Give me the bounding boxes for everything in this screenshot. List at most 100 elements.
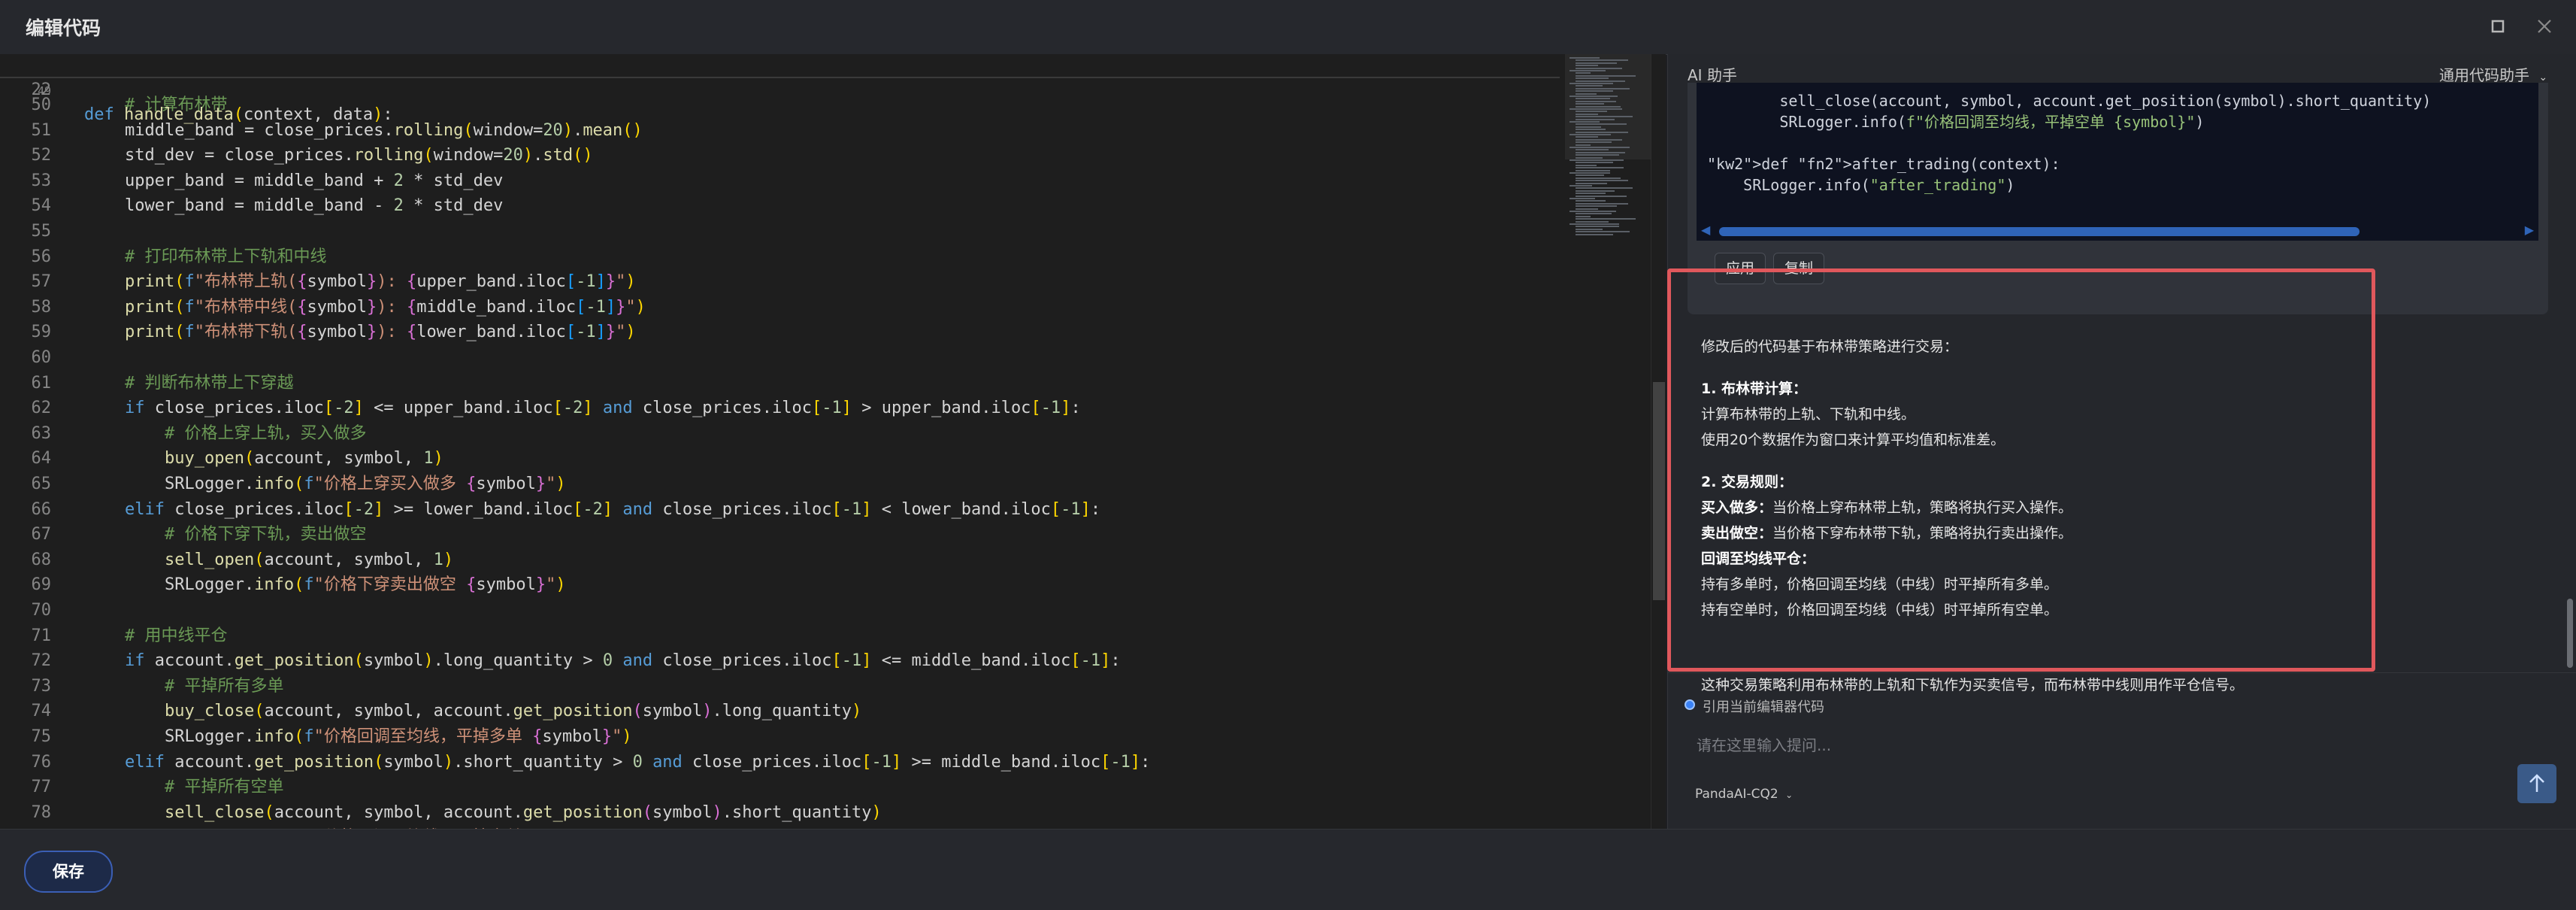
line-code: SRLogger.info(f"价格下穿卖出做空 {symbol}") [125, 575, 566, 595]
minimap-line [1576, 116, 1633, 118]
code-line[interactable]: 64 buy_open(account, symbol, 1) [0, 446, 1560, 471]
code-line[interactable]: 67 # 价格下穿下轨，卖出做空 [0, 522, 1560, 547]
minimap-line [1576, 233, 1613, 235]
chevron-down-icon: ⌄ [1785, 790, 1794, 800]
suggestion-line: "kw2">def "fn2">after_trading(context): [1707, 155, 2060, 173]
line-number: 73 [31, 676, 52, 696]
line-number: 68 [31, 550, 52, 569]
code-token: context, data [243, 105, 374, 124]
code-line[interactable]: 53 upper_band = middle_band + 2 * std_dev [0, 168, 1560, 193]
minimap-line [1576, 193, 1606, 195]
line-number: 67 [31, 525, 52, 544]
code-line[interactable]: 72 if account.get_position(symbol).long_q… [0, 648, 1560, 673]
minimap-line [1570, 147, 1630, 148]
line-code: if close_prices.iloc[-2] <= upper_band.i… [125, 399, 1081, 418]
code-line[interactable]: 66 elif close_prices.iloc[-2] >= lower_ba… [0, 497, 1560, 522]
code-line[interactable]: 52 std_dev = close_prices.rolling(window=… [0, 143, 1560, 168]
minimap-line [1576, 77, 1609, 80]
code-editor[interactable]: 22 def handle_data(context, data): 49 50… [0, 54, 1666, 829]
minimap-line [1576, 59, 1628, 62]
prompt-input[interactable] [1695, 731, 2525, 760]
code-line[interactable]: 54 lower_band = middle_band - 2 * std_dev [0, 193, 1560, 218]
code-line[interactable]: 68 sell_open(account, symbol, 1) [0, 548, 1560, 572]
code-line[interactable]: 60 [0, 345, 1560, 370]
assistant-select[interactable]: 通用代码助手 ⌄ [2439, 63, 2547, 85]
code-line[interactable]: 77 # 平掉所有空单 [0, 775, 1560, 799]
minimap-line [1570, 185, 1592, 187]
model-select[interactable]: PandaAI-CQ2 ⌄ [1695, 787, 1793, 802]
scroll-right-icon[interactable]: ▶ [2525, 223, 2534, 237]
code-line[interactable]: 56 # 打印布林带上下轨和中线 [0, 244, 1560, 269]
code-line[interactable]: 78 sell_close(account, symbol, account.g… [0, 800, 1560, 825]
panel-scrollbar[interactable] [2565, 54, 2574, 671]
minimap-line [1576, 65, 1598, 67]
minimap-line [1576, 141, 1612, 144]
reference-toggle[interactable] [1685, 699, 1695, 710]
editor-scrollbar[interactable] [1651, 54, 1666, 829]
code-line[interactable]: 61 # 判断布林带上下穿越 [0, 371, 1560, 396]
code-line[interactable]: 58 print(f"布林带中线({symbol}): {middle_band.… [0, 295, 1560, 320]
reference-label[interactable]: 引用当前编辑器代码 [1703, 696, 1824, 716]
line-code: upper_band = middle_band + 2 * std_dev [125, 171, 504, 190]
line-code: SRLogger.info(f"价格回调至均线，平掉多单 {symbol}") [125, 727, 632, 746]
minimap-line [1570, 159, 1624, 161]
line-code: if account.get_position(symbol).long_qua… [125, 651, 1121, 671]
window-title: 编辑代码 [26, 17, 101, 39]
code-line[interactable]: 73 # 平掉所有多单 [0, 674, 1560, 699]
divider [1668, 672, 2576, 673]
suggestion-line: SRLogger.info("after_trading") [1707, 176, 2015, 194]
line-code: print(f"布林带下轨({symbol}): {lower_band.ilo… [125, 323, 636, 342]
minimap[interactable] [1565, 54, 1651, 829]
code-line[interactable]: 55 [0, 219, 1560, 244]
line-number: 72 [31, 651, 52, 671]
code-line[interactable]: 70 [0, 598, 1560, 623]
minimap-line [1576, 205, 1617, 208]
message-line: 使用20个数据作为窗口来计算平均值和标准差。 [1701, 432, 2005, 448]
code-line[interactable]: 65 SRLogger.info(f"价格上穿买入做多 {symbol}") [0, 472, 1560, 496]
minimap-line [1576, 182, 1607, 184]
code-line[interactable]: 76 elif account.get_position(symbol).shor… [0, 750, 1560, 775]
minimap-line [1576, 218, 1636, 220]
minimap-line [1576, 72, 1591, 74]
line-code: elif account.get_position(symbol).short_… [125, 752, 1151, 772]
code-line[interactable]: 75 SRLogger.info(f"价格回调至均线，平掉多单 {symbol}… [0, 724, 1560, 749]
line-code: sell_open(account, symbol, 1) [164, 550, 454, 569]
scroll-left-icon[interactable]: ◀ [1701, 223, 1710, 237]
code-hscrollbar-thumb[interactable] [1719, 227, 2360, 236]
minimap-line [1576, 105, 1621, 108]
code-line[interactable]: 62 if close_prices.iloc[-2] <= upper_band… [0, 396, 1560, 420]
code-line[interactable]: 63 # 价格上穿上轨，买入做多 [0, 421, 1560, 446]
minimap-line [1576, 164, 1597, 166]
line-code: print(f"布林带中线({symbol}): {middle_band.il… [125, 297, 646, 317]
send-button[interactable] [2517, 764, 2556, 803]
code-line[interactable]: 74 buy_close(account, symbol, account.ge… [0, 699, 1560, 723]
minimap-line [1576, 167, 1624, 169]
code-line[interactable]: 57 print(f"布林带上轨({symbol}): {upper_band.i… [0, 269, 1560, 294]
panel-title: AI 助手 [1688, 66, 1737, 84]
minimap-line [1576, 228, 1603, 230]
line-code: # 判断布林带上下穿越 [125, 373, 294, 393]
minimap-line [1576, 87, 1630, 89]
code-line[interactable]: 69 SRLogger.info(f"价格下穿卖出做空 {symbol}") [0, 572, 1560, 597]
line-number: 76 [31, 752, 52, 772]
sticky-scroll-header[interactable]: 22 def handle_data(context, data): [0, 54, 1560, 124]
save-button[interactable]: 保存 [24, 851, 113, 893]
minimap-line [1576, 74, 1636, 77]
minimap-line [1570, 96, 1618, 97]
minimap-line [1576, 162, 1613, 164]
minimap-line [1576, 226, 1619, 228]
panel-scrollbar-thumb[interactable] [2567, 599, 2573, 668]
maximize-icon[interactable] [2487, 15, 2509, 38]
line-number: 66 [31, 499, 52, 519]
message-line: 持有多单时，价格回调至均线（中线）时平掉所有多单。 [1701, 576, 2059, 593]
minimap-line [1576, 202, 1628, 205]
code-hscrollbar[interactable]: ◀ ▶ [1697, 221, 2538, 241]
code-line[interactable]: 59 print(f"布林带下轨({symbol}): {lower_band.i… [0, 320, 1560, 344]
code-line[interactable]: 71 # 用中线平仓 [0, 623, 1560, 648]
line-code: std_dev = close_prices.rolling(window=20… [125, 146, 593, 165]
minimap-line [1576, 200, 1606, 202]
minimap-line [1576, 67, 1622, 69]
editor-scrollbar-thumb[interactable] [1653, 382, 1665, 600]
line-number: 58 [31, 297, 52, 317]
close-icon[interactable] [2533, 15, 2556, 38]
